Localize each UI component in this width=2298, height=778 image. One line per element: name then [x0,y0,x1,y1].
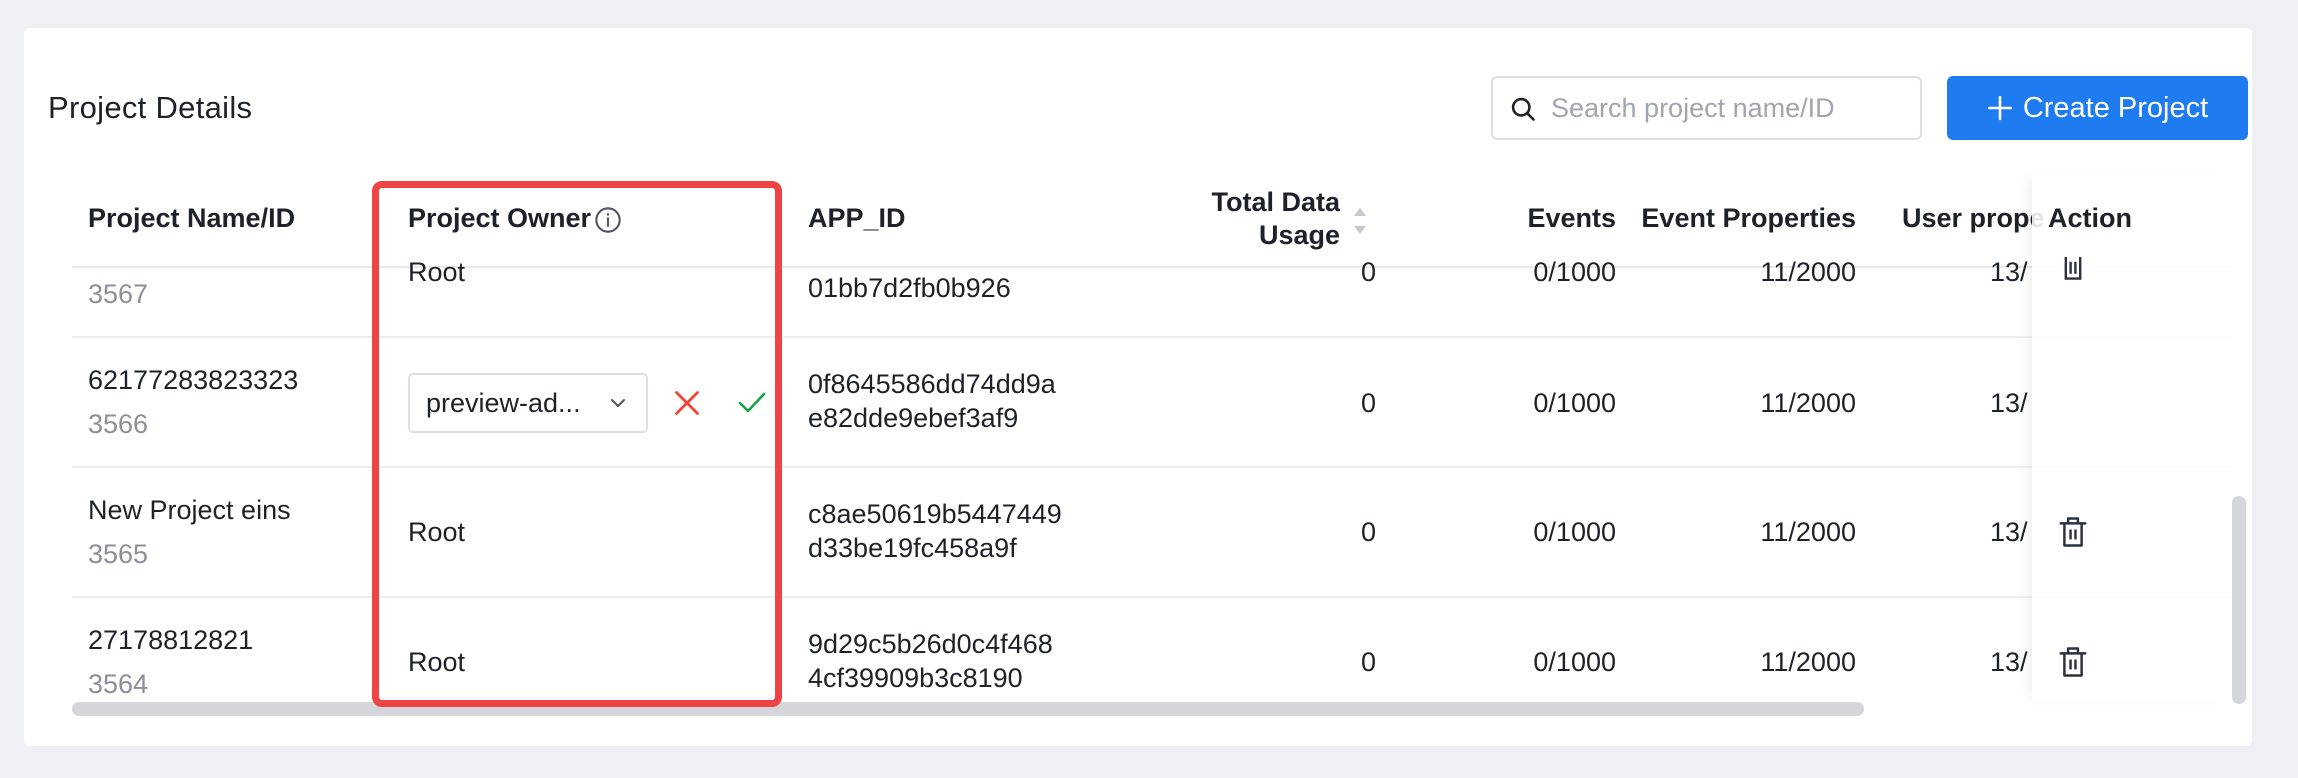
search-icon [1511,97,1535,121]
row4-events: 0/1000 [1533,647,1616,677]
row3-event-properties: 11/2000 [1760,517,1856,547]
row2-user-properties: 13/ [1990,388,2028,418]
row1-project-id: 3567 [88,279,149,309]
sort-icon[interactable] [1352,206,1368,236]
trash-icon[interactable] [2058,257,2088,281]
row2-project-name: 62177283823323 [88,365,299,395]
trash-icon[interactable] [2058,646,2088,678]
row1-app-id-line2: 01bb7d2fb0b926 [808,273,1011,303]
row4-app-id-line1: 9d29c5b26d0c4f468 [808,629,1053,659]
row1-user-properties: 13/ [1990,257,2028,287]
create-project-button[interactable]: Create Project [1947,76,2248,140]
search-input[interactable] [1551,86,1911,130]
column-header-events: Events [1527,203,1616,233]
column-header-event-properties: Event Properties [1641,203,1856,233]
row3-usage: 0 [1360,517,1376,547]
row1-usage: 0 [1360,257,1376,287]
column-header-user-properties: User prope [1902,203,2045,233]
column-header-project-name: Project Name/ID [88,203,296,233]
column-header-app-id: APP_ID [808,203,906,233]
trash-icon[interactable] [2058,516,2088,548]
row2-app-id-line1: 0f8645586dd74dd9a [808,369,1056,399]
search-box[interactable] [1491,76,1922,140]
row1-event-properties: 11/2000 [1760,257,1856,287]
row2-app-id-line2: e82dde9ebef3af9 [808,403,1019,433]
vertical-scrollbar[interactable] [2232,496,2246,704]
row3-project-id: 3565 [88,539,149,569]
row2-project-id: 3566 [88,409,149,439]
highlight-box [372,181,782,707]
row4-user-properties: 13/ [1990,647,2028,677]
usage-header-line2: Usage [1258,220,1340,250]
column-header-total-data-usage[interactable]: Total Data Usage [1140,186,1340,252]
usage-header-line1: Total Data [1211,187,1340,217]
row4-project-name: 27178812821 [88,625,254,655]
column-header-action: Action [2048,203,2132,233]
row3-project-name: New Project eins [88,495,291,525]
row3-app-id-line2: d33be19fc458a9f [808,533,1017,563]
page-title: Project Details [48,90,253,125]
row2-events: 0/1000 [1533,388,1616,418]
row3-user-properties: 13/ [1990,517,2028,547]
row3-app-id-line1: c8ae50619b5447449 [808,499,1062,529]
row4-project-id: 3564 [88,669,149,699]
plus-icon [1987,95,2012,121]
row2-event-properties: 11/2000 [1760,388,1856,418]
horizontal-scrollbar[interactable] [72,702,1864,716]
row1-events: 0/1000 [1533,257,1616,287]
row2-usage: 0 [1360,388,1376,418]
row3-events: 0/1000 [1533,517,1616,547]
create-project-label: Create Project [2022,91,2209,124]
row4-app-id-line2: 4cf39909b3c8190 [808,663,1023,693]
row4-usage: 0 [1360,647,1376,677]
action-column [2032,172,2232,702]
row4-event-properties: 11/2000 [1760,647,1856,677]
